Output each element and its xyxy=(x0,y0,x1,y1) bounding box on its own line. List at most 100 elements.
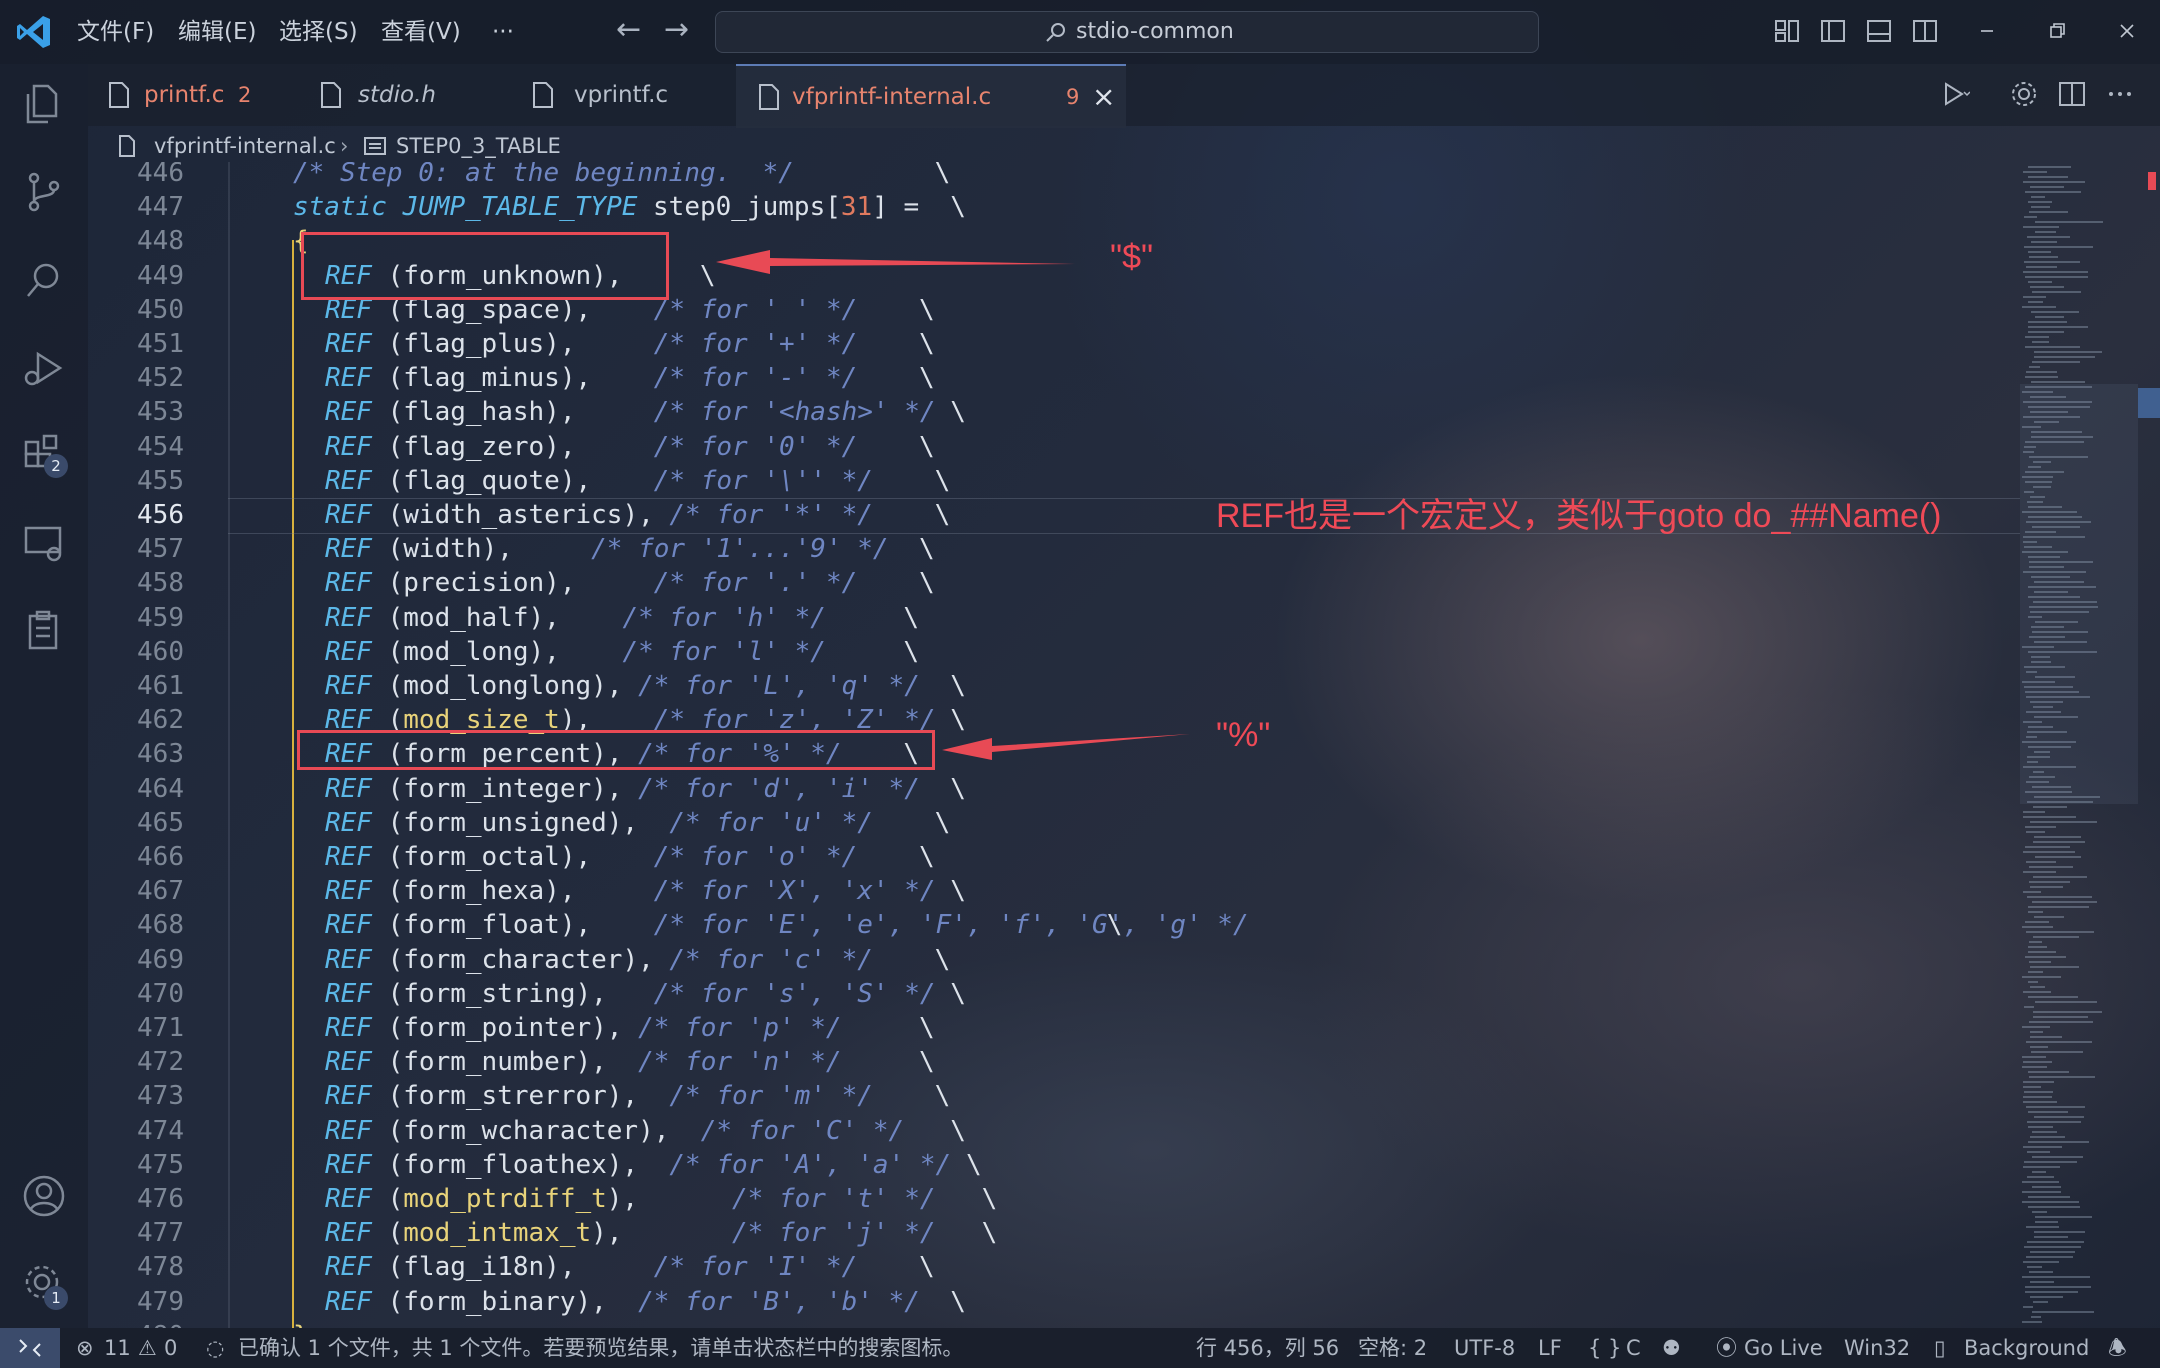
more-actions-icon[interactable] xyxy=(2104,78,2136,110)
close-tab-icon[interactable]: × xyxy=(1092,66,1115,128)
remote-explorer-icon[interactable] xyxy=(20,520,68,568)
remote-icon xyxy=(19,1339,41,1357)
minimap-line xyxy=(2024,1006,2034,1008)
minimap-line xyxy=(2035,1216,2092,1218)
minimap-viewport[interactable] xyxy=(2020,384,2138,804)
split-editor-icon[interactable] xyxy=(2056,78,2088,110)
tab-printf-c[interactable]: printf.c 2 xyxy=(88,64,296,126)
minimize-icon[interactable] xyxy=(1972,16,2002,46)
code-line[interactable]: 473 REF (form_strerror), /* for 'm' */ \ xyxy=(88,1079,2020,1113)
minimap-line xyxy=(2024,1091,2053,1093)
explorer-icon[interactable] xyxy=(20,80,68,128)
code-line[interactable]: 480}; xyxy=(88,1319,2020,1328)
tab-stdio-h[interactable]: stdio.h xyxy=(306,64,506,126)
clipboard-icon[interactable] xyxy=(20,608,68,656)
code-line[interactable]: 475 REF (form_floathex), /* for 'A', 'a' … xyxy=(88,1148,2020,1182)
remote-indicator[interactable] xyxy=(0,1328,60,1368)
code-line[interactable]: 479 REF (form_binary), /* for 'B', 'b' */… xyxy=(88,1285,2020,1319)
run-code-icon[interactable] xyxy=(1938,78,1970,110)
code-line[interactable]: 458 REF (precision), /* for '.' */ \ xyxy=(88,566,2020,600)
code-line[interactable]: 461 REF (mod_longlong), /* for 'L', 'q' *… xyxy=(88,669,2020,703)
cursor-position[interactable]: 行 456，列 56 xyxy=(1196,1328,1339,1368)
run-debug-icon[interactable] xyxy=(20,344,68,392)
go-live-button[interactable]: Go Live xyxy=(1744,1328,1823,1368)
code-line[interactable]: 464 REF (form_integer), /* for 'd', 'i' *… xyxy=(88,772,2020,806)
line-continuation: \ xyxy=(950,876,966,907)
code-line[interactable]: 467 REF (form_hexa), /* for 'X', 'x' */ \ xyxy=(88,874,2020,908)
minimap-line xyxy=(2029,961,2051,963)
code-line[interactable]: 453 REF (flag_hash), /* for '<hash>' */ \ xyxy=(88,395,2020,429)
code-line[interactable]: 478 REF (flag_i18n), /* for 'I' */ \ xyxy=(88,1250,2020,1284)
menu-more[interactable]: ··· xyxy=(492,0,514,64)
minimap-line xyxy=(2025,276,2088,278)
line-number: 463 xyxy=(137,739,184,770)
encoding[interactable]: UTF-8 xyxy=(1454,1328,1515,1368)
errors-icon[interactable]: ⊗ xyxy=(76,1328,94,1368)
notifications-icon[interactable]: 🕭 xyxy=(2108,1328,2127,1368)
code-line[interactable]: 471 REF (form_pointer), /* for 'p' */ \ xyxy=(88,1011,2020,1045)
code-line[interactable]: 454 REF (flag_zero), /* for '0' */ \ xyxy=(88,430,2020,464)
code-line[interactable]: 466 REF (form_octal), /* for 'o' */ \ xyxy=(88,840,2020,874)
code-line[interactable]: 470 REF (form_string), /* for 's', 'S' */… xyxy=(88,977,2020,1011)
tab-vfprintf-internal-c[interactable]: vfprintf-internal.c 9 × xyxy=(736,64,1126,128)
vertical-scrollbar[interactable] xyxy=(2138,162,2160,1328)
source-control-icon[interactable] xyxy=(20,168,68,216)
back-arrow-icon[interactable]: ← xyxy=(616,14,641,46)
minimap-line xyxy=(2028,326,2088,328)
toggle-secondary-sidebar-icon[interactable] xyxy=(1910,16,1940,46)
minimap-line xyxy=(2035,231,2056,233)
code-line[interactable]: 452 REF (flag_minus), /* for '-' */ \ xyxy=(88,361,2020,395)
code-line[interactable]: 476 REF (mod_ptrdiff_t), /* for 't' */ \ xyxy=(88,1182,2020,1216)
code-text: REF (mod_intmax_t), /* for 'j' */ xyxy=(325,1218,936,1249)
line-number: 480 xyxy=(88,1319,184,1328)
code-line[interactable]: 472 REF (form_number), /* for 'n' */ \ xyxy=(88,1045,2020,1079)
code-text: REF (flag_plus), /* for '+' */ xyxy=(325,329,858,359)
menu-selection[interactable]: 选择(S) xyxy=(279,0,358,64)
symbol-constant-icon xyxy=(364,137,386,155)
code-line[interactable]: 477 REF (mod_intmax_t), /* for 'j' */ \ xyxy=(88,1216,2020,1250)
code-line[interactable]: 459 REF (mod_half), /* for 'h' */ \ xyxy=(88,601,2020,635)
minimap-line xyxy=(2029,366,2040,368)
menu-file[interactable]: 文件(F) xyxy=(77,0,154,64)
warning-icon[interactable]: ⚠ xyxy=(138,1328,157,1368)
error-count[interactable]: 11 xyxy=(104,1328,131,1368)
scrollbar-thumb[interactable] xyxy=(2138,388,2160,418)
code-line[interactable]: 460 REF (mod_long), /* for 'l' */ \ xyxy=(88,635,2020,669)
language-mode[interactable]: C xyxy=(1626,1328,1641,1368)
code-line[interactable]: 465 REF (form_unsigned), /* for 'u' */ \ xyxy=(88,806,2020,840)
minimap-line xyxy=(2029,1021,2093,1023)
braces-icon: { } xyxy=(1588,1336,1622,1360)
code-line[interactable]: 447 static JUMP_TABLE_TYPE step0_jumps[31… xyxy=(88,190,2020,224)
code-line[interactable]: 468 REF (form_float), /* for 'E', 'e', 'F… xyxy=(88,908,2020,942)
code-line[interactable]: 469 REF (form_character), /* for 'c' */ \ xyxy=(88,943,2020,977)
copilot-icon[interactable]: ⚉ xyxy=(1662,1328,1681,1368)
forward-arrow-icon[interactable]: → xyxy=(664,14,689,46)
code-line[interactable]: 474 REF (form_wcharacter), /* for 'C' */ \ xyxy=(88,1114,2020,1148)
toggle-primary-sidebar-icon[interactable] xyxy=(1818,16,1848,46)
code-line[interactable]: 451 REF (flag_plus), /* for '+' */ \ xyxy=(88,327,2020,361)
close-window-icon[interactable] xyxy=(2112,16,2142,46)
menu-edit[interactable]: 编辑(E) xyxy=(178,0,256,64)
minimap[interactable] xyxy=(2020,162,2138,1328)
menu-view[interactable]: 查看(V) xyxy=(381,0,461,64)
code-line[interactable]: 446 /* Step 0: at the beginning. */ \ xyxy=(88,162,2020,190)
breadcrumb-file[interactable]: vfprintf-internal.c xyxy=(154,128,336,164)
search-icon[interactable] xyxy=(20,256,68,304)
breadcrumb-symbol[interactable]: STEP0_3_TABLE xyxy=(396,128,561,164)
indentation[interactable]: 空格: 2 xyxy=(1358,1328,1427,1368)
settings-icon[interactable] xyxy=(2008,78,2040,110)
command-center-search[interactable]: stdio-common xyxy=(715,11,1539,53)
code-line[interactable]: 457 REF (width), /* for '1'...'9' */ \ xyxy=(88,532,2020,566)
customize-layout-icon[interactable] xyxy=(1772,16,1802,46)
background-toggle[interactable]: Background xyxy=(1964,1328,2089,1368)
line-number: 450 xyxy=(137,294,184,325)
tab-vprintf-c[interactable]: vprintf.c xyxy=(518,64,718,126)
restore-icon[interactable] xyxy=(2042,16,2072,46)
line-number: 459 xyxy=(137,602,184,633)
end-of-line[interactable]: LF xyxy=(1538,1328,1562,1368)
toggle-panel-icon[interactable] xyxy=(1864,16,1894,46)
account-icon[interactable] xyxy=(20,1172,68,1220)
platform[interactable]: Win32 xyxy=(1844,1328,1910,1368)
warning-count[interactable]: 0 xyxy=(164,1328,177,1368)
minimap-line xyxy=(2033,876,2087,878)
